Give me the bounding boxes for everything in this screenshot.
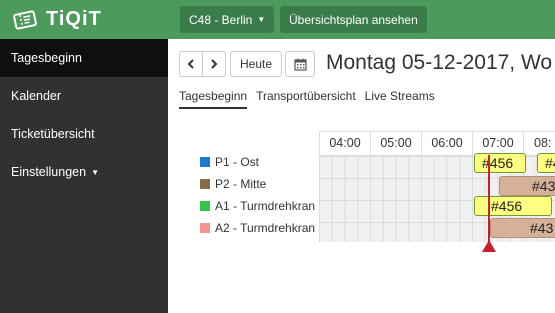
brand-header[interactable]: TiQiT	[0, 0, 168, 39]
view-tabs: Tagesbeginn Transportübersicht Live Stre…	[179, 89, 444, 109]
prev-day-button[interactable]	[179, 51, 203, 77]
sidebar-item-label: Einstellungen	[11, 165, 87, 179]
booking-event[interactable]: #43	[499, 176, 555, 196]
tab-live-streams[interactable]: Live Streams	[365, 89, 435, 109]
today-button[interactable]: Heute	[230, 51, 282, 77]
ticket-logo-icon	[13, 9, 37, 30]
resource-row-a2-turmdrehkran: A2 - Turmdrehkran	[200, 218, 315, 238]
calendar-icon	[293, 58, 307, 71]
tab-tagesbeginn[interactable]: Tagesbeginn	[179, 89, 248, 109]
next-day-button[interactable]	[202, 51, 226, 77]
chevron-right-icon	[211, 59, 218, 69]
resource-label: P1 - Ost	[215, 155, 260, 169]
resource-row-p2-mitte: P2 - Mitte	[200, 174, 266, 194]
resource-color-swatch	[200, 201, 210, 211]
booking-event[interactable]: #456	[474, 153, 526, 173]
booking-event[interactable]: #456	[474, 196, 552, 216]
project-selector-label: C48 - Berlin	[189, 12, 253, 27]
sidebar: TiQiT Tagesbeginn Kalender Ticketübersic…	[0, 0, 168, 313]
current-time-indicator	[488, 155, 490, 246]
brand-name: TiQiT	[46, 8, 102, 30]
resource-row-p1-ost: P1 - Ost	[200, 152, 259, 172]
resource-label: A1 - Turmdrehkran	[215, 199, 316, 213]
hour-label: 04:00	[319, 131, 370, 155]
sidebar-item-label: Ticketübersicht	[11, 127, 95, 141]
page-title: Montag 05-12-2017, Wo	[326, 51, 553, 74]
hour-label: 07:00	[472, 131, 523, 155]
overview-plan-label: Übersichtsplan ansehen	[289, 12, 418, 27]
date-picker-button[interactable]	[285, 51, 315, 77]
sidebar-item-tagesbeginn[interactable]: Tagesbeginn	[0, 39, 168, 77]
app-window: TiQiT Tagesbeginn Kalender Ticketübersic…	[0, 0, 555, 313]
current-time-marker-icon	[482, 240, 496, 252]
booking-event[interactable]: #4	[537, 153, 555, 173]
main-content: Heute Montag 05-12-2017, Wo Tagesbeginn …	[168, 39, 555, 313]
hour-label: 06:00	[421, 131, 472, 155]
overview-plan-button[interactable]: Übersichtsplan ansehen	[280, 6, 427, 33]
resource-color-swatch	[200, 157, 210, 167]
resource-label: A2 - Turmdrehkran	[215, 221, 316, 235]
chevron-left-icon	[187, 59, 194, 69]
sidebar-item-einstellungen[interactable]: Einstellungen ▼	[0, 153, 168, 191]
hour-label: 08:	[523, 131, 555, 155]
hour-label: 05:00	[370, 131, 421, 155]
sidebar-item-label: Tagesbeginn	[11, 51, 82, 65]
top-bar: C48 - Berlin ▼ Übersichtsplan ansehen	[168, 0, 555, 39]
booking-event[interactable]: #43	[490, 218, 555, 238]
sidebar-item-ticketuebersicht[interactable]: Ticketübersicht	[0, 115, 168, 153]
project-selector[interactable]: C48 - Berlin ▼	[180, 6, 275, 33]
caret-down-icon: ▼	[91, 167, 99, 177]
resource-label: P2 - Mitte	[215, 177, 267, 191]
sidebar-item-kalender[interactable]: Kalender	[0, 77, 168, 115]
resource-row-a1-turmdrehkran: A1 - Turmdrehkran	[200, 196, 315, 216]
resource-color-swatch	[200, 223, 210, 233]
caret-down-icon: ▼	[257, 15, 266, 24]
sidebar-item-label: Kalender	[11, 89, 62, 103]
today-label: Heute	[239, 57, 273, 71]
tab-transportuebersicht[interactable]: Transportübersicht	[256, 89, 356, 109]
resource-color-swatch	[200, 179, 210, 189]
